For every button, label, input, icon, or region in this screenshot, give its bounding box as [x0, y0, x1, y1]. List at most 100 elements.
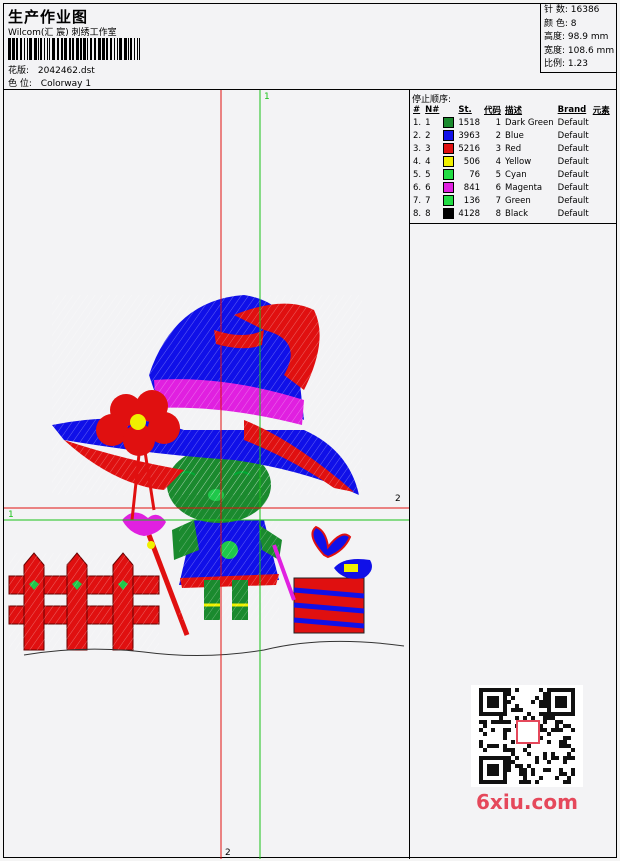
row-brand: Default	[557, 130, 589, 141]
color-swatch	[443, 156, 455, 167]
row-number: 7	[425, 195, 431, 206]
color-swatch	[443, 117, 455, 128]
table-row: 1. 1 1518 1 Dark Green Default	[411, 116, 612, 129]
row-number: 2	[425, 130, 431, 141]
row-number: 4	[425, 156, 431, 167]
sheet-title: 生产作业图	[8, 8, 89, 26]
row-index: 1.	[413, 117, 422, 128]
stat-height: 高度: 98.9 mm	[544, 32, 609, 42]
gift-box	[272, 525, 372, 634]
row-number: 1	[425, 117, 431, 128]
table-header-row: # N# St. 代码 描述 Brand 元素	[411, 103, 612, 116]
guide-label-top: 1	[264, 92, 270, 102]
colorway-label: 色 位:	[8, 79, 32, 89]
row-element	[591, 207, 612, 220]
row-element	[591, 181, 612, 194]
row-stitches: 1518	[458, 117, 481, 128]
row-brand: Default	[557, 182, 589, 193]
row-description: Dark Green	[505, 117, 554, 128]
row-stitches: 3963	[458, 130, 481, 141]
production-sheet: 生产作业图 Wilcom(汇 宸) 刺绣工作室 花版: 2042462.dst …	[3, 3, 617, 859]
row-element	[591, 142, 612, 155]
table-row: 4. 4 506 4 Yellow Default	[411, 155, 612, 168]
guide-label-bottom: 2	[225, 848, 231, 858]
row-stitches: 506	[463, 156, 481, 167]
row-stitches: 4128	[458, 208, 481, 219]
row-swatch	[441, 207, 456, 220]
row-element	[591, 129, 612, 142]
row-description: Magenta	[505, 182, 543, 193]
col-index: #	[413, 104, 421, 115]
row-stitches: 5216	[458, 143, 481, 154]
row-element	[591, 155, 612, 168]
row-element	[591, 116, 612, 129]
row-stitches: 136	[463, 195, 481, 206]
pattern-line: 花版: 2042462.dst	[8, 63, 95, 76]
row-index: 8.	[413, 208, 422, 219]
watermark-logo: 6xiu.com	[476, 790, 578, 814]
table-row: 6. 6 841 6 Magenta Default	[411, 181, 612, 194]
row-element	[591, 194, 612, 207]
row-description: Blue	[505, 130, 524, 141]
stat-colors: 颜 色: 8	[544, 18, 577, 29]
row-description: Black	[505, 208, 529, 219]
row-swatch	[441, 168, 456, 181]
row-brand: Default	[557, 208, 589, 219]
row-code: 5	[495, 169, 502, 180]
row-swatch	[441, 194, 456, 207]
colorway-value: Colorway 1	[40, 79, 92, 89]
color-swatch	[443, 143, 455, 154]
col-swatch	[441, 103, 456, 116]
barcode	[8, 38, 140, 60]
studio-name: Wilcom(汇 宸) 刺绣工作室	[8, 28, 117, 38]
row-number: 5	[425, 169, 431, 180]
row-index: 5.	[413, 169, 422, 180]
row-swatch	[441, 181, 456, 194]
guide-label-left: 1	[8, 510, 14, 520]
row-stitches: 841	[463, 182, 481, 193]
col-brand: Brand	[557, 104, 587, 115]
row-brand: Default	[557, 117, 589, 128]
stat-stitches: 针 数: 16386	[544, 5, 600, 15]
row-index: 2.	[413, 130, 422, 141]
table-row: 2. 2 3963 2 Blue Default	[411, 129, 612, 142]
col-code: 代码	[484, 105, 502, 116]
row-swatch	[441, 142, 456, 155]
table-row: 8. 8 4128 8 Black Default	[411, 207, 612, 220]
row-number: 8	[425, 208, 431, 219]
row-code: 8	[495, 208, 502, 219]
row-code: 2	[495, 130, 502, 141]
col-stitches: St.	[458, 104, 472, 115]
row-element	[591, 168, 612, 181]
row-stitches: 76	[469, 169, 481, 180]
row-code: 1	[495, 117, 502, 128]
row-swatch	[441, 116, 456, 129]
row-index: 3.	[413, 143, 422, 154]
row-brand: Default	[557, 195, 589, 206]
col-description: 描述	[505, 105, 523, 116]
color-swatch	[443, 182, 455, 193]
row-code: 3	[495, 143, 502, 154]
color-swatch	[443, 130, 455, 141]
row-brand: Default	[557, 143, 589, 154]
col-number: N#	[425, 104, 440, 115]
embroidery-artwork	[4, 90, 409, 859]
stat-width: 宽度: 108.6 mm	[544, 45, 615, 56]
row-swatch	[441, 129, 456, 142]
pattern-label: 花版:	[8, 66, 30, 76]
row-swatch	[441, 155, 456, 168]
witch-hat	[52, 295, 362, 495]
row-index: 6.	[413, 182, 422, 193]
color-swatch	[443, 195, 455, 206]
row-code: 7	[495, 195, 502, 206]
row-description: Red	[505, 143, 522, 154]
row-description: Yellow	[505, 156, 532, 167]
qr-code	[471, 685, 583, 787]
fence	[8, 552, 160, 651]
pattern-value: 2042462.dst	[37, 66, 95, 76]
row-brand: Default	[557, 169, 589, 180]
row-description: Green	[505, 195, 531, 206]
row-number: 6	[425, 182, 431, 193]
guide-label-right: 2	[395, 494, 401, 504]
row-code: 4	[495, 156, 502, 167]
